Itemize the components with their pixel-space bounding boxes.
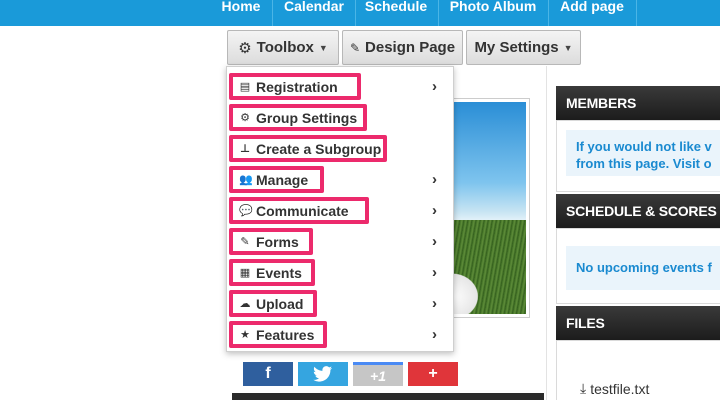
menu-item-label: Features [256, 326, 315, 343]
files-panel-title: FILES [556, 306, 720, 340]
edit-icon: ✎ [349, 40, 361, 55]
team-photo[interactable] [452, 102, 526, 314]
facebook-share-button[interactable]: f [243, 362, 293, 386]
gear-icon: ⚙ [240, 112, 250, 124]
comments-icon: 💬 [239, 205, 253, 217]
chevron-right-icon: › [432, 202, 437, 219]
members-text-line-1: If you would not like v [576, 139, 712, 154]
schedule-panel-message: No upcoming events f [566, 246, 720, 290]
facebook-icon: f [265, 365, 271, 382]
gplus-label: +1 [370, 367, 386, 384]
file-link[interactable]: ⤓ testfile.txt [580, 380, 649, 397]
menu-item-label-box: ✎ Forms [229, 228, 313, 255]
nav-photo-album[interactable]: Photo Album [444, 0, 542, 26]
content-footer-strip [232, 393, 544, 400]
users-icon: 👥 [239, 174, 253, 186]
gplus-button[interactable]: +1 [353, 362, 403, 386]
caret-down-icon: ▼ [563, 42, 573, 53]
schedule-empty-text: No upcoming events f [576, 260, 712, 275]
page: Home Calendar Schedule Photo Album Add p… [0, 0, 720, 400]
caret-down-icon: ▼ [318, 42, 328, 53]
menu-item-create-subgroup[interactable]: ⊥ Create a Subgroup [227, 133, 453, 164]
menu-item-label-box: ⚙ Group Settings [229, 104, 367, 131]
toolbox-dropdown-menu: ▤ Registration › ⚙ Group Settings ⊥ Crea… [226, 66, 454, 352]
star-icon: ★ [240, 329, 250, 341]
file-name: testfile.txt [590, 380, 650, 397]
my-settings-label: My Settings [474, 39, 559, 56]
menu-item-label-box: ☁ Upload [229, 290, 317, 317]
nav-schedule[interactable]: Schedule [360, 0, 432, 26]
download-icon: ⤓ [580, 380, 587, 396]
nav-divider [548, 0, 549, 26]
menu-item-upload[interactable]: ☁ Upload › [227, 288, 453, 319]
toolbox-button[interactable]: ⚙ Toolbox ▼ [227, 30, 339, 65]
menu-item-label-box: ⊥ Create a Subgroup [229, 135, 387, 162]
menu-item-label: Communicate [256, 202, 349, 219]
menu-item-communicate[interactable]: 💬 Communicate › [227, 195, 453, 226]
menu-item-label: Events [256, 264, 302, 281]
chevron-right-icon: › [432, 264, 437, 281]
nav-add-page[interactable]: Add page [554, 0, 630, 26]
menu-item-features[interactable]: ★ Features › [227, 319, 453, 350]
design-page-label: Design Page [365, 39, 456, 56]
nav-calendar[interactable]: Calendar [278, 0, 350, 26]
nav-divider [272, 0, 273, 26]
my-settings-button[interactable]: My Settings ▼ [466, 30, 581, 65]
menu-item-forms[interactable]: ✎ Forms › [227, 226, 453, 257]
gear-icon: ⚙ [238, 39, 252, 57]
calendar-icon: ▦ [239, 267, 251, 279]
twitter-share-button[interactable] [298, 362, 348, 386]
photo-ball [452, 270, 482, 314]
menu-item-events[interactable]: ▦ Events › [227, 257, 453, 288]
chevron-right-icon: › [432, 171, 437, 188]
cloud-upload-icon: ☁ [239, 298, 251, 310]
column-divider [546, 66, 547, 400]
list-icon: ▤ [239, 81, 251, 93]
nav-home[interactable]: Home [215, 0, 267, 26]
menu-item-registration[interactable]: ▤ Registration › [227, 71, 453, 102]
top-nav: Home Calendar Schedule Photo Album Add p… [0, 0, 720, 26]
chevron-right-icon: › [432, 295, 437, 312]
schedule-panel-title: SCHEDULE & SCORES [556, 194, 720, 228]
nav-divider [636, 0, 637, 26]
more-share-button[interactable]: + [408, 362, 458, 386]
menu-item-label-box: 💬 Communicate [229, 197, 369, 224]
menu-item-manage[interactable]: 👥 Manage › [227, 164, 453, 195]
chevron-right-icon: › [432, 78, 437, 95]
nav-divider [438, 0, 439, 26]
design-page-button[interactable]: ✎ Design Page [342, 30, 463, 65]
menu-item-label-box: ★ Features [229, 321, 327, 348]
menu-item-label-box: ▦ Events [229, 259, 315, 286]
twitter-icon [313, 366, 332, 382]
nav-divider [355, 0, 356, 26]
chevron-right-icon: › [432, 326, 437, 343]
menu-item-group-settings[interactable]: ⚙ Group Settings [227, 102, 453, 133]
sitemap-icon: ⊥ [239, 143, 251, 155]
menu-item-label-box: ▤ Registration [229, 73, 361, 100]
members-panel-title: MEMBERS [556, 86, 720, 120]
plus-label: + [428, 365, 438, 382]
menu-item-label: Create a Subgroup [256, 140, 382, 157]
menu-item-label: Upload [256, 295, 304, 312]
members-panel-message: If you would not like v from this page. … [566, 130, 720, 176]
edit-icon: ✎ [240, 236, 250, 248]
menu-item-label: Manage [256, 171, 309, 188]
menu-item-label: Forms [256, 233, 299, 250]
menu-item-label: Registration [256, 78, 338, 95]
menu-item-label: Group Settings [256, 109, 358, 126]
chevron-right-icon: › [432, 233, 437, 250]
toolbox-label: Toolbox [256, 39, 314, 56]
members-text-line-2: from this page. Visit o [576, 156, 712, 171]
menu-item-label-box: 👥 Manage [229, 166, 324, 193]
